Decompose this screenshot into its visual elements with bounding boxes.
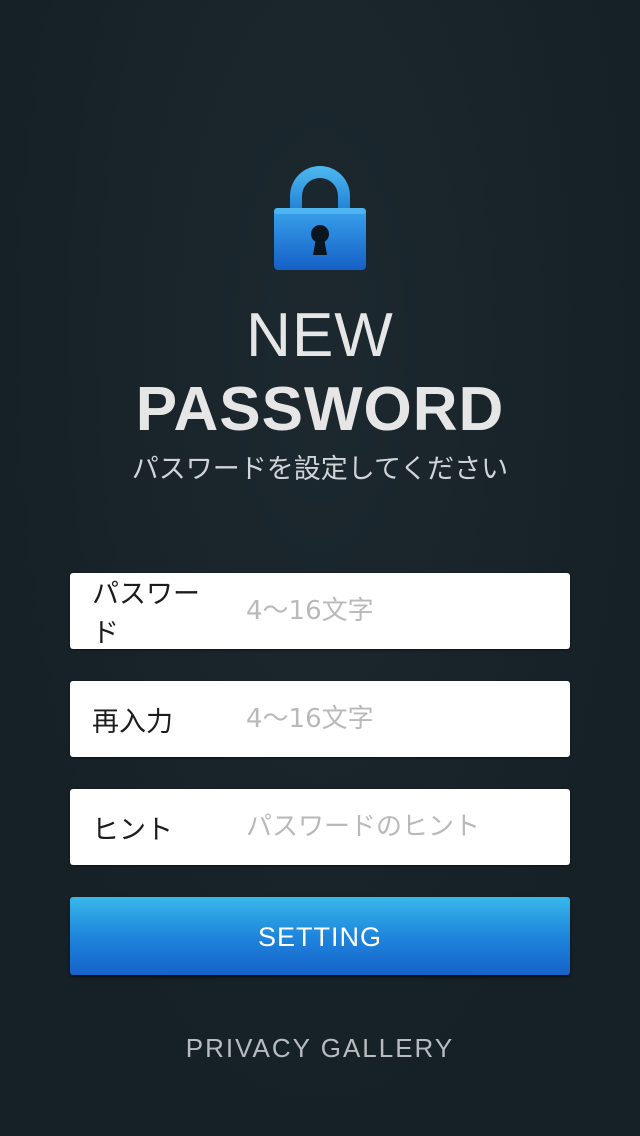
- setting-button[interactable]: SETTING: [70, 897, 570, 975]
- hint-field: ヒント: [70, 789, 570, 865]
- page-title-line1: NEW: [246, 301, 394, 370]
- reenter-password-label: 再入力: [92, 706, 173, 738]
- hint-input[interactable]: [246, 797, 570, 857]
- password-label: パスワード: [92, 579, 200, 649]
- password-field: パスワード: [70, 573, 570, 649]
- page-subtitle: パスワードを設定してください: [131, 454, 509, 485]
- app-brand-footer: PRIVACY GALLERY: [185, 1033, 455, 1063]
- new-password-screen: NEW PASSWORD パスワードを設定してください パスワード 再入力 ヒン…: [0, 0, 640, 1136]
- hint-label: ヒント: [92, 814, 173, 846]
- password-input[interactable]: [246, 581, 570, 641]
- reenter-password-field: 再入力: [70, 681, 570, 757]
- padlock-icon: [274, 166, 366, 270]
- reenter-password-input[interactable]: [246, 689, 570, 749]
- page-title-line2: PASSWORD: [135, 375, 505, 444]
